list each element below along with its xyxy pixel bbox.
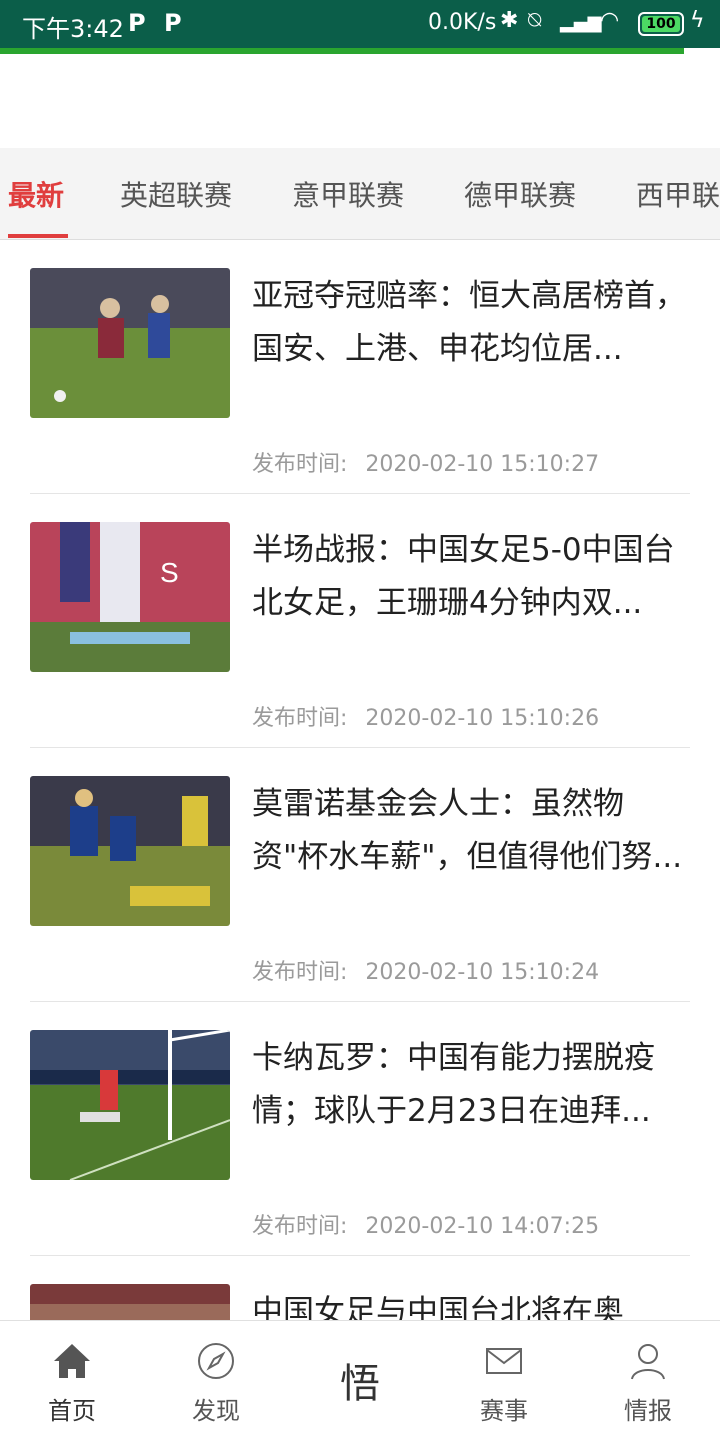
news-title[interactable]: 莫雷诺基金会人士：虽然物资"杯水车薪"，但值得他们努... — [252, 778, 692, 884]
page-load-progress — [0, 48, 720, 54]
tab-premier-league[interactable]: 英超联赛 — [120, 174, 232, 214]
network-speed: 0.0K/s — [428, 10, 497, 35]
tab-bundesliga[interactable]: 德甲联赛 — [464, 174, 576, 214]
mail-icon — [486, 1348, 522, 1374]
charging-icon: ϟ — [690, 8, 705, 33]
list-item[interactable]: 中国女足与中国台北将在奥 — [30, 1256, 690, 1320]
publish-label: 发布时间: — [252, 706, 348, 731]
list-item[interactable]: 莫雷诺基金会人士：虽然物资"杯水车薪"，但值得他们努... 发布时间: 2020-… — [30, 748, 690, 1002]
news-title[interactable]: 亚冠夺冠赔率：恒大高居榜首，国安、上港、申花均位居... — [252, 270, 692, 376]
news-thumbnail[interactable] — [30, 776, 230, 926]
tab-la-liga[interactable]: 西甲联赛 — [636, 174, 720, 214]
news-title[interactable]: 卡纳瓦罗：中国有能力摆脱疫情；球队于2月23日在迪拜... — [252, 1032, 692, 1138]
news-thumbnail[interactable] — [30, 1284, 230, 1320]
nav-discover[interactable]: 发现 — [144, 1321, 288, 1440]
nav-events[interactable]: 赛事 — [432, 1321, 576, 1440]
nav-label: 首页 — [48, 1397, 96, 1425]
news-title[interactable]: 半场战报：中国女足5-0中国台北女足，王珊珊4分钟内双... — [252, 524, 692, 630]
bottom-nav: 首页 发现 悟 赛事 情报 — [0, 1320, 720, 1440]
list-item[interactable]: 亚冠夺冠赔率：恒大高居榜首，国安、上港、申花均位居... 发布时间: 2020-0… — [30, 240, 690, 494]
news-thumbnail[interactable]: S — [30, 522, 230, 672]
publish-time: 发布时间: 2020-02-10 15:10:27 — [252, 446, 599, 478]
list-item[interactable]: S 半场战报：中国女足5-0中国台北女足，王珊珊4分钟内双... 发布时间: 20… — [30, 494, 690, 748]
publish-datetime: 2020-02-10 15:10:27 — [365, 452, 600, 477]
news-thumbnail[interactable] — [30, 268, 230, 418]
tab-serie-a[interactable]: 意甲联赛 — [292, 174, 404, 214]
publish-label: 发布时间: — [252, 452, 348, 477]
nav-label: 情报 — [624, 1397, 672, 1425]
publish-datetime: 2020-02-10 15:10:24 — [365, 960, 600, 985]
publish-time: 发布时间: 2020-02-10 15:10:26 — [252, 700, 599, 732]
publish-time: 发布时间: 2020-02-10 14:07:25 — [252, 1208, 599, 1240]
nav-home[interactable]: 首页 — [0, 1321, 144, 1440]
mute-alarm-icon: ⍉ — [528, 8, 542, 33]
nav-intel[interactable]: 情报 — [576, 1321, 720, 1440]
parking-app-icon: P — [128, 9, 146, 37]
nav-label: 赛事 — [480, 1397, 528, 1425]
news-thumbnail[interactable] — [30, 1030, 230, 1180]
bluetooth-icon: ✱ — [500, 8, 519, 33]
category-tabs: 最新 英超联赛 意甲联赛 德甲联赛 西甲联赛 — [0, 148, 720, 240]
publish-label: 发布时间: — [252, 1214, 348, 1239]
nav-label: 发现 — [192, 1397, 240, 1425]
nav-center[interactable]: 悟 — [288, 1321, 432, 1440]
battery-icon: 100 — [638, 12, 684, 36]
publish-time: 发布时间: 2020-02-10 15:10:24 — [252, 954, 599, 986]
tab-latest[interactable]: 最新 — [8, 174, 64, 214]
active-tab-indicator — [8, 234, 68, 238]
svg-text:S: S — [160, 557, 179, 588]
wifi-icon: ◠ — [600, 8, 620, 33]
publish-datetime: 2020-02-10 15:10:26 — [365, 706, 600, 731]
signal-icon: ▂▄▆ — [560, 12, 602, 33]
list-item[interactable]: 卡纳瓦罗：中国有能力摆脱疫情；球队于2月23日在迪拜... 发布时间: 2020-… — [30, 1002, 690, 1256]
news-title[interactable]: 中国女足与中国台北将在奥 — [252, 1286, 692, 1320]
compass-icon — [198, 1343, 234, 1379]
home-icon — [54, 1344, 90, 1378]
publish-datetime: 2020-02-10 14:07:25 — [365, 1214, 600, 1239]
person-icon — [631, 1344, 665, 1380]
center-glyph: 悟 — [340, 1361, 380, 1407]
publish-label: 发布时间: — [252, 960, 348, 985]
status-bar: 下午3:42 P P 0.0K/s ✱ ⍉ ▂▄▆ ◠ 100 ϟ — [0, 0, 720, 48]
status-time: 下午3:42 — [22, 15, 124, 43]
parking-app-icon: P — [164, 9, 182, 37]
news-list: 亚冠夺冠赔率：恒大高居榜首，国安、上港、申花均位居... 发布时间: 2020-0… — [0, 240, 720, 1320]
